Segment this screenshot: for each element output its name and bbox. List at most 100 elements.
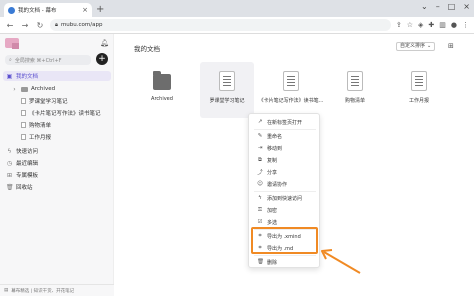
menu-divider: [254, 255, 316, 256]
document-card[interactable]: 工作月报: [392, 62, 446, 118]
new-tab-icon[interactable]: +: [96, 4, 104, 15]
sidebar-item-label: 工作月报: [29, 135, 52, 141]
menu-item-label: 在新标签页打开: [267, 119, 303, 126]
sidebar-item-my-docs[interactable]: ▣ 我的文档: [3, 71, 111, 81]
bookmark-star-icon[interactable]: ☆: [407, 21, 413, 29]
folder-card[interactable]: Archived: [135, 62, 189, 118]
menu-item-multi-select[interactable]: ☑ 多选: [249, 217, 321, 227]
sort-label: 自定义排序: [400, 43, 426, 49]
menu-item-invite[interactable]: ☺ 邀请协作: [249, 179, 321, 189]
copy-icon: ⧉: [258, 156, 262, 163]
maximize-icon[interactable]: □: [448, 2, 456, 11]
tab-title: 我的文档 - 幕布: [18, 8, 57, 14]
share-icon: ⤴: [257, 170, 263, 176]
menu-item-quick-access[interactable]: ϟ 添加到快速访问: [249, 193, 321, 203]
chevron-right-icon: ›: [13, 85, 16, 93]
url-text: mubu.com/app: [60, 22, 103, 28]
document-icon: [21, 98, 26, 104]
folder-icon: [153, 71, 171, 90]
document-icon: [219, 71, 235, 91]
back-icon[interactable]: ←: [5, 21, 15, 30]
menu-item-label: 移动到: [267, 145, 283, 152]
menu-item-label: 重命名: [267, 133, 283, 140]
menu-divider: [254, 129, 316, 130]
grid-view-icon[interactable]: ⊞: [448, 42, 454, 50]
menu-item-share[interactable]: ⤴ 分享: [249, 167, 321, 177]
menu-item-label: 多选: [267, 219, 278, 226]
annotation-arrow-icon: [321, 249, 361, 274]
sidebar-item-trash[interactable]: 🗑︎ 回收站: [3, 182, 111, 192]
browser-tab[interactable]: 我的文档 - 幕布 ×: [4, 3, 92, 17]
menu-item-label: 添加到快速访问: [267, 195, 303, 202]
document-icon: [283, 71, 299, 91]
menu-item-copy[interactable]: ⧉ 复制: [249, 155, 321, 165]
document-card[interactable]: 购物清单: [328, 62, 382, 118]
sidebar-item-label: 专属模板: [16, 173, 39, 179]
sidebar-item-label: 快速访问: [16, 149, 39, 155]
sidebar-item-doc[interactable]: 罗课堂学习笔记: [3, 96, 111, 106]
close-icon[interactable]: ×: [82, 6, 88, 14]
sidebar-item-doc[interactable]: 购物清单: [3, 120, 111, 130]
sidebar-item-archived[interactable]: › Archived: [3, 84, 111, 94]
puzzle-icon[interactable]: ✚: [428, 21, 434, 29]
document-icon: [411, 71, 427, 91]
sort-dropdown[interactable]: 自定义排序 ⌄: [396, 42, 436, 51]
menu-item-delete[interactable]: 🗑︎ 删除: [249, 257, 321, 267]
menu-item-label: 删除: [267, 259, 278, 266]
card-label: 工作月报: [408, 98, 429, 104]
document-icon: [347, 71, 363, 91]
document-card[interactable]: 《卡片笔记写作法》读书笔...: [259, 62, 323, 118]
external-link-icon: ↗: [257, 119, 263, 125]
document-icon: [21, 122, 26, 128]
clock-icon: ◷: [6, 159, 13, 167]
reload-icon[interactable]: ↻: [35, 21, 45, 30]
forward-icon[interactable]: →: [20, 21, 30, 30]
sidebar-item-doc[interactable]: 工作月报: [3, 132, 111, 142]
menu-item-label: 邀请协作: [267, 181, 288, 188]
menu-item-label: 复制: [267, 157, 278, 164]
sidebar-panel-icon[interactable]: ▥: [439, 21, 446, 29]
menu-item-encrypt[interactable]: ⚿ 加密: [249, 205, 321, 215]
sidebar-item-quick-access[interactable]: ϟ 快速访问: [3, 146, 111, 156]
sidebar-item-label: Archived: [31, 86, 56, 92]
sidebar-item-recent[interactable]: ◷ 最近编辑: [3, 158, 111, 168]
export-highlight-box: [251, 227, 318, 254]
search-input[interactable]: ⌕ 全局搜索 ⌘+Ctrl+F: [5, 55, 91, 65]
extension-icon[interactable]: ◈: [418, 21, 423, 29]
sidebar-footer[interactable]: ▤ 幕布精选 | 知识干货、开花笔记: [0, 284, 114, 296]
menu-item-rename[interactable]: ✎ 重命名: [249, 131, 321, 141]
share-icon[interactable]: ⇪: [396, 21, 402, 29]
lightning-icon: ϟ: [7, 147, 12, 155]
footer-text: 幕布精选 | 知识干货、开花笔记: [11, 288, 75, 294]
chevron-down-icon[interactable]: ⌄: [421, 2, 428, 11]
card-label: 罗课堂学习笔记: [209, 98, 245, 104]
minimize-icon[interactable]: –: [436, 2, 440, 11]
sidebar-item-label: 回收站: [16, 185, 33, 191]
url-input[interactable]: 🔒︎ mubu.com/app: [50, 19, 391, 31]
menu-item-move[interactable]: ⇥ 移动到: [249, 143, 321, 153]
profile-icon[interactable]: ●: [451, 21, 457, 29]
mubu-favicon-icon: [8, 6, 15, 14]
address-bar: ← → ↻ 🔒︎ mubu.com/app ⇪ ☆ ◈ ✚ ▥ ● ⋮: [0, 17, 474, 34]
document-card[interactable]: 罗课堂学习笔记: [200, 62, 254, 118]
sidebar-item-label: 罗课堂学习笔记: [29, 99, 68, 105]
bell-icon[interactable]: 🔔︎: [100, 39, 109, 47]
card-label: Archived: [151, 96, 173, 102]
more-vert-icon[interactable]: ⋮: [462, 21, 469, 29]
sidebar-item-doc[interactable]: 《卡片笔记写作法》读书笔记: [3, 108, 111, 118]
add-button[interactable]: +: [96, 53, 108, 65]
menu-item-open-new-tab[interactable]: ↗ 在新标签页打开: [249, 117, 321, 127]
mubu-logo-icon: ▤: [4, 288, 9, 293]
edit-icon: ✎: [257, 133, 263, 139]
folder-icon: [21, 86, 28, 92]
chevron-down-icon: ⌄: [427, 43, 432, 49]
trash-icon: 🗑︎: [6, 183, 14, 191]
window-controls: ⌄ – □ ×: [421, 2, 470, 11]
document-icon: [21, 134, 26, 140]
close-window-icon[interactable]: ×: [463, 2, 470, 11]
template-icon: ⊞: [6, 171, 13, 179]
search-placeholder: 全局搜索 ⌘+Ctrl+F: [14, 57, 62, 64]
sidebar-item-templates[interactable]: ⊞ 专属模板: [3, 170, 111, 180]
trash-icon: 🗑︎: [257, 259, 264, 265]
checkbox-icon: ☑: [257, 219, 263, 225]
